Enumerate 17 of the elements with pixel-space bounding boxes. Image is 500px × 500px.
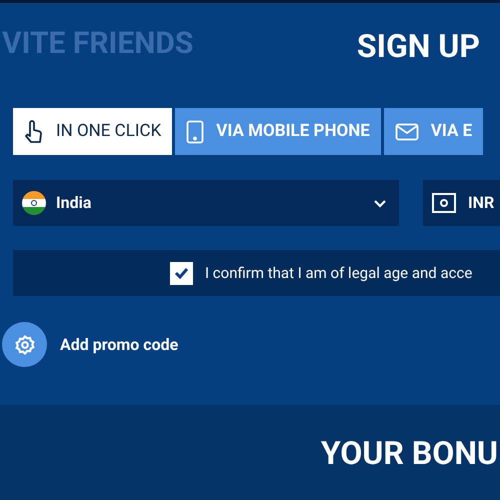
bonus-heading: YOUR BONU xyxy=(320,432,498,474)
signup-tab[interactable]: IN ONE CLICK xyxy=(13,108,172,155)
chevron-down-icon xyxy=(373,198,387,208)
tablet-icon xyxy=(186,120,204,144)
sign-up-title: SIGN UP xyxy=(356,26,480,67)
confirm-label: I confirm that I am of legal age and acce xyxy=(205,262,472,284)
banknote-icon xyxy=(432,193,456,213)
gear-icon xyxy=(14,334,34,354)
pointing-hand-icon xyxy=(24,120,44,144)
promo-label: Add promo code xyxy=(60,334,178,356)
envelope-icon xyxy=(394,122,419,140)
promo-button[interactable] xyxy=(2,322,47,367)
currency-select[interactable]: INR xyxy=(423,180,500,226)
checkmark-icon xyxy=(174,267,189,279)
country-select[interactable]: India xyxy=(13,180,399,226)
india-flag-icon xyxy=(22,191,46,215)
confirm-checkbox[interactable] xyxy=(170,262,193,284)
